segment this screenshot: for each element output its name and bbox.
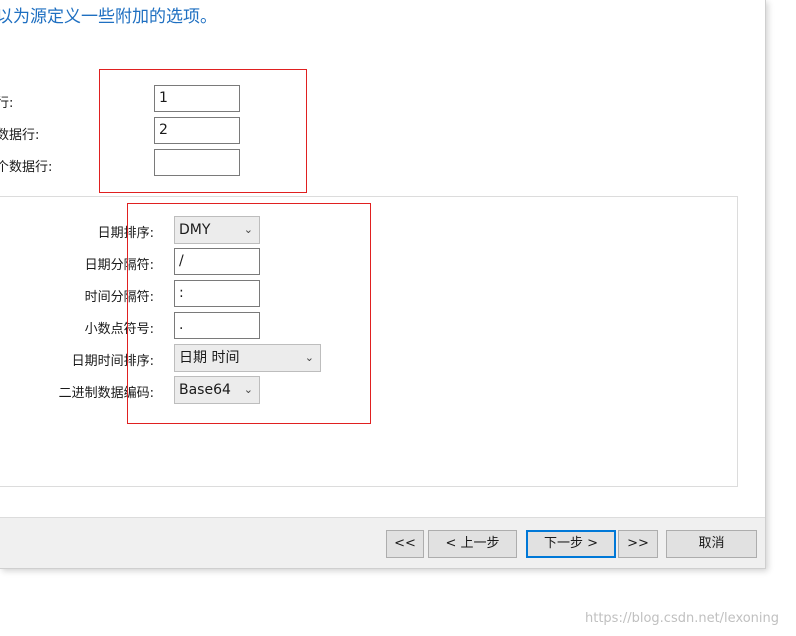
chevron-down-icon: ⌄ [304,351,314,364]
row-option-label-3: 个数据行: [0,160,53,175]
wizard-footer: << < 上一步 下一步 > >> 取消 [0,517,765,568]
binary-encoding-label: 二进制数据编码: [58,386,154,401]
date-separator-input[interactable]: / [174,248,260,275]
datetime-order-value: 日期 时间 [179,350,240,366]
date-order-select[interactable]: DMY ⌄ [174,216,260,244]
date-separator-label: 日期分隔符: [84,258,154,273]
back-button[interactable]: < 上一步 [428,530,517,558]
chevron-down-icon: ⌄ [243,383,253,396]
date-order-value: DMY [179,222,211,238]
last-step-button[interactable]: >> [618,530,658,558]
binary-encoding-value: Base64 [179,382,231,398]
options-dialog: 以为源定义一些附加的选项。 行: 1 数据行: 2 个数据行: 日期排序: DM… [0,0,766,569]
row-option-label-1: 行: [0,96,14,111]
datetime-order-select[interactable]: 日期 时间 ⌄ [174,344,321,372]
decimal-symbol-label: 小数点符号: [84,322,154,337]
decimal-symbol-input[interactable]: . [174,312,260,339]
row-option-input-2[interactable]: 2 [154,117,240,144]
row-option-label-2: 数据行: [0,128,40,143]
date-order-label: 日期排序: [97,226,154,241]
instruction-heading: 以为源定义一些附加的选项。 [0,7,217,27]
row-option-input-1[interactable]: 1 [154,85,240,112]
cancel-button[interactable]: 取消 [666,530,757,558]
time-separator-input[interactable]: : [174,280,260,307]
watermark: https://blog.csdn.net/lexoning [585,611,780,626]
first-step-button[interactable]: << [386,530,424,558]
next-button[interactable]: 下一步 > [526,530,616,558]
datetime-order-label: 日期时间排序: [71,354,154,369]
chevron-down-icon: ⌄ [243,223,253,236]
time-separator-label: 时间分隔符: [84,290,154,305]
binary-encoding-select[interactable]: Base64 ⌄ [174,376,260,404]
row-option-input-3[interactable] [154,149,240,176]
